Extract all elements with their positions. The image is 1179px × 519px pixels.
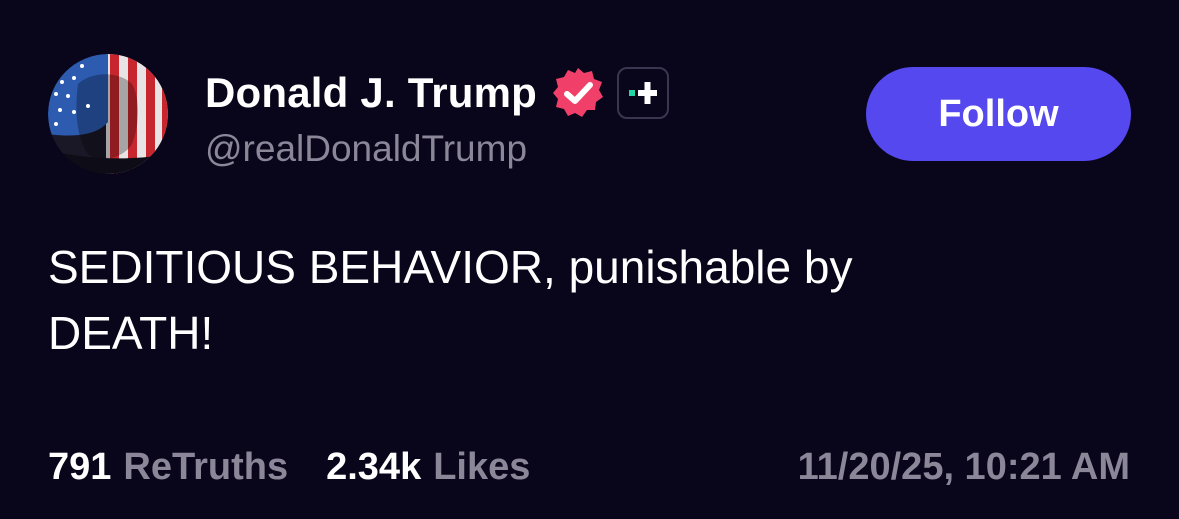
plus-badge-icon — [617, 67, 669, 119]
retruths-count: 791 — [48, 446, 111, 489]
likes-label: Likes — [433, 446, 530, 489]
post-card: Donald J. Trump @realDonaldTrump Follow … — [0, 0, 1179, 519]
verified-badge-icon — [551, 66, 605, 120]
likes-stat[interactable]: 2.34k Likes — [326, 446, 530, 489]
post-text-line: DEATH! — [48, 300, 1048, 366]
likes-count: 2.34k — [326, 446, 421, 489]
retruths-label: ReTruths — [123, 446, 288, 489]
author-display-name[interactable]: Donald J. Trump — [205, 69, 537, 117]
avatar-image — [48, 54, 168, 174]
post-stats: 791 ReTruths 2.34k Likes — [48, 442, 530, 492]
post-text: SEDITIOUS BEHAVIOR, punishable by DEATH! — [48, 234, 1048, 366]
follow-button[interactable]: Follow — [866, 67, 1131, 161]
avatar[interactable] — [48, 54, 168, 174]
post-timestamp: 11/20/25, 10:21 AM — [798, 442, 1130, 492]
post-text-line: SEDITIOUS BEHAVIOR, punishable by — [48, 234, 1048, 300]
retruths-stat[interactable]: 791 ReTruths — [48, 446, 288, 489]
author-handle[interactable]: @realDonaldTrump — [205, 128, 527, 170]
author-name-row: Donald J. Trump — [205, 64, 669, 122]
plus-icon — [629, 79, 657, 107]
